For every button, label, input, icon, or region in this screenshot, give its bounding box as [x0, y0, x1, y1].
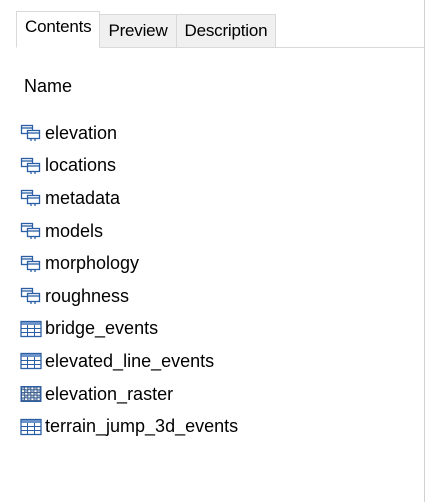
list-item-label: roughness [45, 285, 130, 306]
list-item-elevated-line-events[interactable]: elevated_line_events [20, 345, 238, 378]
list-item-terrain-jump-3d-events[interactable]: terrain_jump_3d_events [20, 410, 238, 443]
feature-dataset-icon [20, 124, 42, 142]
list-item-metadata[interactable]: metadata [20, 182, 238, 215]
list-item-elevation-raster[interactable]: elevation_raster [20, 378, 238, 411]
list-item-label: models [45, 220, 104, 241]
catalog-window: Contents Preview Description Name elevat… [0, 0, 425, 502]
feature-dataset-icon [20, 287, 42, 305]
feature-dataset-icon [20, 157, 42, 175]
name-column-header[interactable]: Name [24, 75, 72, 97]
list-item-label: bridge_events [45, 318, 159, 339]
feature-dataset-icon [20, 222, 42, 240]
list-item-label: elevation [45, 122, 118, 143]
table-icon [20, 320, 42, 338]
list-item-label: terrain_jump_3d_events [45, 416, 239, 437]
list-item-morphology[interactable]: morphology [20, 247, 238, 280]
list-item-label: metadata [45, 187, 121, 208]
list-item-label: morphology [45, 253, 140, 274]
tab-contents[interactable]: Contents [16, 11, 101, 48]
tabstrip: Contents Preview Description [16, 11, 277, 48]
table-icon [20, 352, 42, 370]
raster-icon [20, 385, 42, 403]
table-icon [20, 418, 42, 436]
list-item-roughness[interactable]: roughness [20, 280, 238, 313]
tab-preview[interactable]: Preview [99, 14, 177, 48]
list-item-label: elevated_line_events [45, 350, 215, 371]
list-item-bridge-events[interactable]: bridge_events [20, 313, 238, 346]
list-item-label: elevation_raster [45, 383, 174, 404]
tab-description[interactable]: Description [175, 14, 277, 48]
list-item-models[interactable]: models [20, 215, 238, 248]
feature-dataset-icon [20, 189, 42, 207]
list-item-elevation[interactable]: elevation [20, 117, 238, 150]
feature-dataset-icon [20, 255, 42, 273]
contents-list: elevation locations metadata models morp… [20, 117, 238, 443]
list-item-label: locations [45, 155, 117, 176]
list-item-locations[interactable]: locations [20, 150, 238, 183]
